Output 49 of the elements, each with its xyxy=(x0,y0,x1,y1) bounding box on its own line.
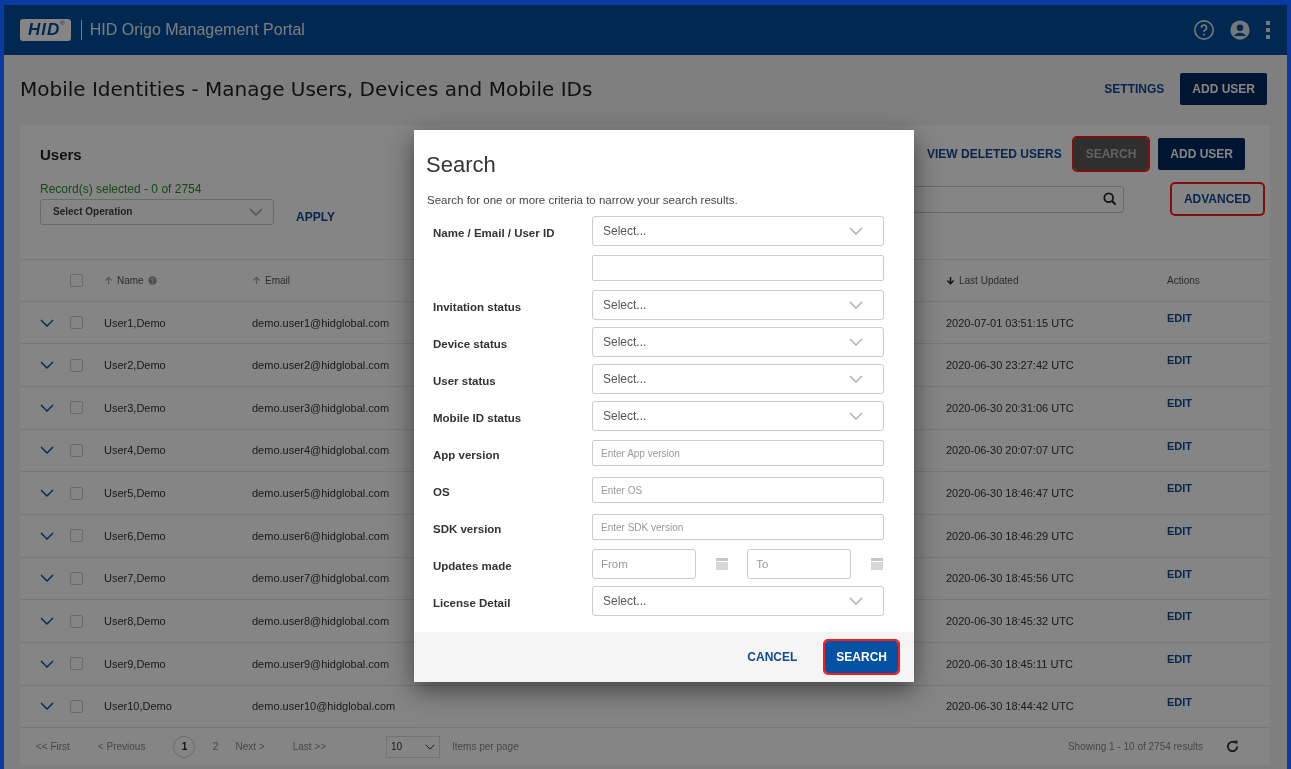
last-updated-cell: 2020-06-30 20:31:06 UTC xyxy=(946,401,1074,414)
records-selected-text: Record(s) selected - 0 of 2754 xyxy=(40,181,203,196)
field-label: Updates made xyxy=(433,558,513,572)
last-updated-cell: 2020-06-30 23:27:42 UTC xyxy=(946,359,1074,372)
name-cell: User7,Demo xyxy=(104,572,166,585)
name-cell: User1,Demo xyxy=(104,316,166,329)
last-updated-cell: 2020-07-01 03:51:15 UTC xyxy=(946,316,1074,329)
name-cell: User9,Demo xyxy=(104,657,166,670)
name-cell: User5,Demo xyxy=(104,487,166,500)
email-cell: demo.user10@hidglobal.com xyxy=(252,700,396,713)
card-title: Users xyxy=(40,145,82,163)
last-updated-cell: 2020-06-30 18:44:42 UTC xyxy=(946,700,1074,713)
last-updated-cell: 2020-06-30 18:45:56 UTC xyxy=(946,572,1074,585)
name-cell: User3,Demo xyxy=(104,401,166,414)
last-updated-cell: 2020-06-30 18:45:11 UTC xyxy=(946,657,1073,670)
field-label: Mobile ID status xyxy=(433,410,523,424)
page-title: Mobile Identities - Manage Users, Devices and Mobile IDs xyxy=(20,77,593,101)
dialog-title: Search xyxy=(426,152,497,178)
name-cell: User4,Demo xyxy=(104,444,166,457)
field-label: License Detail xyxy=(433,595,512,609)
email-cell: demo.user1@hidglobal.com xyxy=(252,316,390,329)
app-title: HID Origo Management Portal xyxy=(89,21,305,39)
last-updated-cell: 2020-06-30 18:45:32 UTC xyxy=(946,615,1074,628)
items-per-page-label: Items per page xyxy=(452,741,519,753)
email-cell: demo.user4@hidglobal.com xyxy=(252,444,390,457)
results-summary: Showing 1 - 10 of 2754 results xyxy=(1067,741,1203,753)
dialog-description: Search for one or more criteria to narrow your search results. xyxy=(427,194,739,206)
field-label: User status xyxy=(433,373,497,387)
email-cell: demo.user2@hidglobal.com xyxy=(252,359,390,372)
last-updated-cell: 2020-06-30 18:46:29 UTC xyxy=(946,529,1074,542)
email-cell: demo.user6@hidglobal.com xyxy=(252,529,390,542)
name-cell: User10,Demo xyxy=(104,700,172,713)
last-updated-cell: 2020-06-30 18:46:47 UTC xyxy=(946,487,1074,500)
email-cell: demo.user3@hidglobal.com xyxy=(252,401,390,414)
last-updated-cell: 2020-06-30 20:07:07 UTC xyxy=(946,444,1074,457)
field-label: App version xyxy=(433,447,501,461)
field-label: Name / Email / User ID xyxy=(433,225,556,239)
email-cell: demo.user9@hidglobal.com xyxy=(252,657,390,670)
field-label: SDK version xyxy=(433,521,503,535)
name-cell: User8,Demo xyxy=(104,615,166,628)
email-cell: demo.user8@hidglobal.com xyxy=(252,615,390,628)
field-label: OS xyxy=(433,484,451,498)
email-cell: demo.user5@hidglobal.com xyxy=(252,487,390,500)
name-cell: User2,Demo xyxy=(104,359,166,372)
name-cell: User6,Demo xyxy=(104,529,166,542)
field-label: Invitation status xyxy=(433,299,523,313)
email-cell: demo.user7@hidglobal.com xyxy=(252,572,390,585)
logo: HID$^{®}$ xyxy=(20,19,71,41)
field-label: Device status xyxy=(433,336,509,350)
